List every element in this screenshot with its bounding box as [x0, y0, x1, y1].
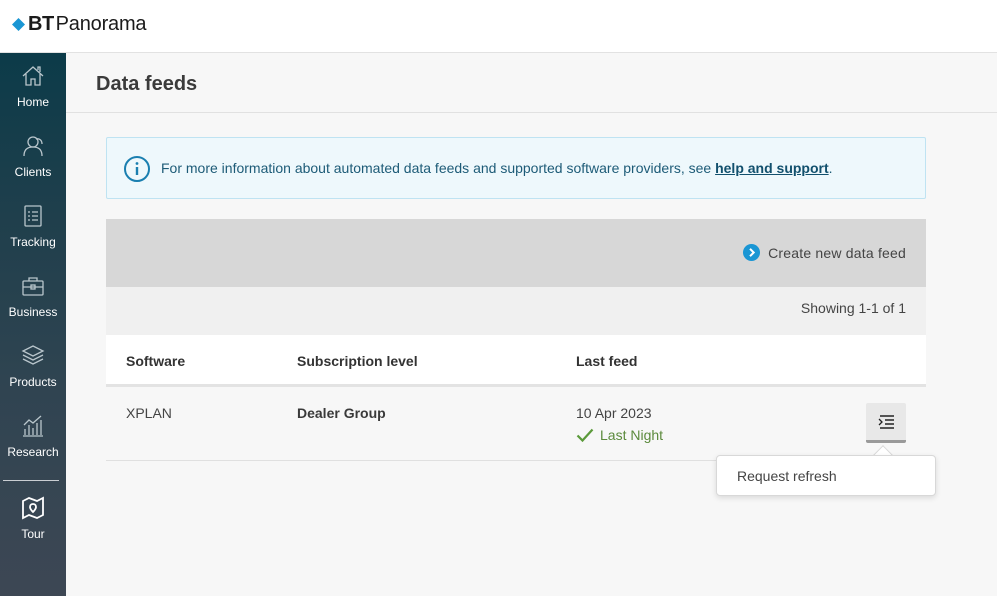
cell-subscription-level: Dealer Group [297, 405, 386, 421]
sidebar-item-label: Tracking [10, 235, 56, 249]
list-menu-icon [877, 414, 895, 430]
sidebar-item-research[interactable]: Research [0, 403, 66, 469]
cell-software: XPLAN [126, 405, 172, 421]
row-actions-dropdown: Request refresh [716, 455, 936, 496]
cell-last-feed-date: 10 Apr 2023 [576, 405, 652, 421]
results-count: Showing 1-1 of 1 [800, 300, 906, 316]
sidebar-item-label: Research [7, 445, 59, 459]
create-new-data-feed-button[interactable]: Create new data feed [743, 244, 906, 261]
request-refresh-menu-item[interactable]: Request refresh [737, 468, 837, 484]
bt-diamond-icon [12, 17, 25, 31]
briefcase-icon [20, 263, 46, 299]
sidebar-item-clients[interactable]: Clients [0, 123, 66, 189]
logo-bt-text: BT [28, 12, 54, 35]
column-header-software: Software [126, 353, 186, 369]
column-header-subscription-level: Subscription level [297, 353, 418, 369]
help-and-support-link[interactable]: help and support [715, 160, 829, 176]
table-header: Software Subscription level Last feed [106, 335, 926, 387]
info-text: For more information about automated dat… [161, 160, 833, 176]
last-feed-status-text: Last Night [600, 427, 664, 443]
sidebar-item-tracking[interactable]: Tracking [0, 193, 66, 259]
info-banner: For more information about automated dat… [106, 137, 926, 199]
chart-icon [20, 403, 46, 439]
page-title-bar: Data feeds [66, 53, 997, 113]
sidebar-item-label: Clients [14, 165, 52, 179]
info-suffix: . [828, 160, 833, 176]
top-header: BT Panorama [0, 0, 997, 53]
arrow-right-circle-icon [743, 244, 761, 261]
info-message: For more information about automated dat… [161, 160, 716, 176]
sidebar-nav: Home Clients Tracking Business Products … [0, 53, 66, 596]
action-bar: Create new data feed [106, 219, 926, 287]
info-icon [123, 155, 151, 183]
sidebar-item-tour[interactable]: Tour [0, 485, 66, 551]
sidebar-item-label: Tour [21, 527, 45, 541]
sidebar-divider [3, 480, 59, 481]
map-icon [20, 485, 46, 521]
sidebar-item-label: Business [8, 305, 58, 319]
column-header-last-feed: Last feed [576, 353, 638, 369]
tracking-icon [20, 193, 46, 229]
clients-icon [20, 123, 46, 159]
sidebar-item-products[interactable]: Products [0, 333, 66, 399]
bt-panorama-logo[interactable]: BT Panorama [12, 12, 147, 36]
row-actions-menu-button[interactable] [866, 403, 906, 443]
checkmark-icon [576, 428, 600, 443]
sidebar-item-business[interactable]: Business [0, 263, 66, 329]
results-count-bar: Showing 1-1 of 1 [106, 287, 926, 335]
page-title: Data feeds [96, 73, 198, 95]
home-icon [20, 53, 46, 89]
sidebar-item-home[interactable]: Home [0, 53, 66, 119]
sidebar-item-label: Products [9, 375, 57, 389]
last-feed-status: Last Night [576, 427, 663, 443]
layers-icon [20, 333, 46, 369]
sidebar-item-label: Home [16, 95, 49, 109]
table-row: XPLAN Dealer Group 10 Apr 2023 Last Nigh… [106, 388, 926, 461]
logo-name-text: Panorama [55, 12, 147, 35]
create-new-data-feed-label: Create new data feed [768, 244, 906, 261]
